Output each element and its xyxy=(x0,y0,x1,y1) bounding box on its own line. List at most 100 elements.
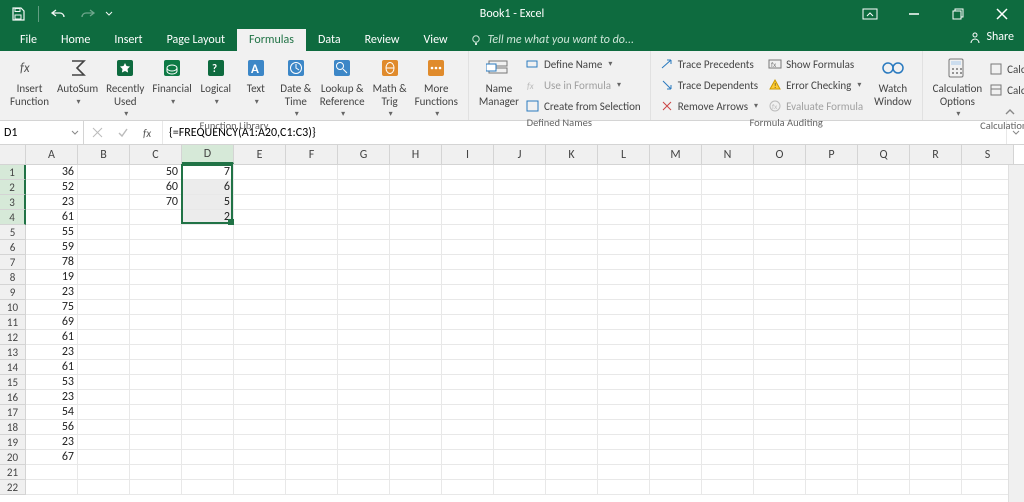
cell-S1[interactable] xyxy=(962,165,1014,180)
cell-E14[interactable] xyxy=(234,360,286,375)
cell-O10[interactable] xyxy=(754,300,806,315)
cell-B9[interactable] xyxy=(78,285,130,300)
cell-A9[interactable]: 23 xyxy=(26,285,78,300)
cell-G11[interactable] xyxy=(338,315,390,330)
cell-D11[interactable] xyxy=(182,315,234,330)
cell-C2[interactable]: 60 xyxy=(130,180,182,195)
cell-B18[interactable] xyxy=(78,420,130,435)
cell-G10[interactable] xyxy=(338,300,390,315)
cell-S17[interactable] xyxy=(962,405,1014,420)
cell-N20[interactable] xyxy=(702,450,754,465)
cell-B20[interactable] xyxy=(78,450,130,465)
cell-E9[interactable] xyxy=(234,285,286,300)
cell-P2[interactable] xyxy=(806,180,858,195)
cell-L19[interactable] xyxy=(598,435,650,450)
cell-R8[interactable] xyxy=(910,270,962,285)
cell-H17[interactable] xyxy=(390,405,442,420)
cell-N22[interactable] xyxy=(702,480,754,495)
column-header-F[interactable]: F xyxy=(286,145,338,164)
cell-Q10[interactable] xyxy=(858,300,910,315)
ribbon-display-options-button[interactable] xyxy=(848,0,892,28)
row-header-6[interactable]: 6 xyxy=(0,240,26,255)
cell-Q22[interactable] xyxy=(858,480,910,495)
cell-H19[interactable] xyxy=(390,435,442,450)
cell-P11[interactable] xyxy=(806,315,858,330)
cell-L15[interactable] xyxy=(598,375,650,390)
cell-A19[interactable]: 23 xyxy=(26,435,78,450)
cell-G8[interactable] xyxy=(338,270,390,285)
tell-me-search[interactable]: Tell me what you want to do... xyxy=(470,31,634,51)
cell-M5[interactable] xyxy=(650,225,702,240)
cell-A7[interactable]: 78 xyxy=(26,255,78,270)
cell-O20[interactable] xyxy=(754,450,806,465)
cell-I12[interactable] xyxy=(442,330,494,345)
cell-S4[interactable] xyxy=(962,210,1014,225)
cell-N18[interactable] xyxy=(702,420,754,435)
cell-P4[interactable] xyxy=(806,210,858,225)
vertical-scrollbar[interactable] xyxy=(1008,165,1024,502)
cell-E13[interactable] xyxy=(234,345,286,360)
save-button[interactable] xyxy=(6,2,30,26)
cell-E5[interactable] xyxy=(234,225,286,240)
cell-E12[interactable] xyxy=(234,330,286,345)
cell-D15[interactable] xyxy=(182,375,234,390)
cell-P22[interactable] xyxy=(806,480,858,495)
cell-K16[interactable] xyxy=(546,390,598,405)
column-header-D[interactable]: D xyxy=(182,145,234,164)
cell-H16[interactable] xyxy=(390,390,442,405)
cell-F20[interactable] xyxy=(286,450,338,465)
cell-C14[interactable] xyxy=(130,360,182,375)
row-header-9[interactable]: 9 xyxy=(0,285,26,300)
cell-M18[interactable] xyxy=(650,420,702,435)
cell-N10[interactable] xyxy=(702,300,754,315)
cell-E21[interactable] xyxy=(234,465,286,480)
cell-I20[interactable] xyxy=(442,450,494,465)
cell-E3[interactable] xyxy=(234,195,286,210)
cell-G19[interactable] xyxy=(338,435,390,450)
cell-L21[interactable] xyxy=(598,465,650,480)
cell-H1[interactable] xyxy=(390,165,442,180)
cell-R15[interactable] xyxy=(910,375,962,390)
cell-D1[interactable]: 7 xyxy=(182,165,234,180)
cell-A2[interactable]: 52 xyxy=(26,180,78,195)
row-header-19[interactable]: 19 xyxy=(0,435,26,450)
cell-S8[interactable] xyxy=(962,270,1014,285)
cell-Q6[interactable] xyxy=(858,240,910,255)
remove-arrows-button[interactable]: Remove Arrows▾ xyxy=(657,96,761,116)
cell-Q15[interactable] xyxy=(858,375,910,390)
cell-F2[interactable] xyxy=(286,180,338,195)
cell-I13[interactable] xyxy=(442,345,494,360)
cell-A6[interactable]: 59 xyxy=(26,240,78,255)
tab-home[interactable]: Home xyxy=(49,29,102,51)
cell-Q3[interactable] xyxy=(858,195,910,210)
cell-P9[interactable] xyxy=(806,285,858,300)
cell-J4[interactable] xyxy=(494,210,546,225)
row-header-17[interactable]: 17 xyxy=(0,405,26,420)
cell-R21[interactable] xyxy=(910,465,962,480)
column-header-N[interactable]: N xyxy=(702,145,754,164)
cell-D18[interactable] xyxy=(182,420,234,435)
cell-A12[interactable]: 61 xyxy=(26,330,78,345)
cell-E4[interactable] xyxy=(234,210,286,225)
cell-A14[interactable]: 61 xyxy=(26,360,78,375)
cell-H6[interactable] xyxy=(390,240,442,255)
cell-J7[interactable] xyxy=(494,255,546,270)
cell-I16[interactable] xyxy=(442,390,494,405)
cell-J15[interactable] xyxy=(494,375,546,390)
cell-Q2[interactable] xyxy=(858,180,910,195)
cell-M1[interactable] xyxy=(650,165,702,180)
cell-C21[interactable] xyxy=(130,465,182,480)
cell-Q17[interactable] xyxy=(858,405,910,420)
cell-D6[interactable] xyxy=(182,240,234,255)
undo-button[interactable] xyxy=(47,2,71,26)
cell-G3[interactable] xyxy=(338,195,390,210)
column-header-R[interactable]: R xyxy=(910,145,962,164)
cell-M22[interactable] xyxy=(650,480,702,495)
row-header-8[interactable]: 8 xyxy=(0,270,26,285)
cell-R18[interactable] xyxy=(910,420,962,435)
cell-I18[interactable] xyxy=(442,420,494,435)
cell-I17[interactable] xyxy=(442,405,494,420)
cell-J14[interactable] xyxy=(494,360,546,375)
cell-S9[interactable] xyxy=(962,285,1014,300)
cell-N8[interactable] xyxy=(702,270,754,285)
